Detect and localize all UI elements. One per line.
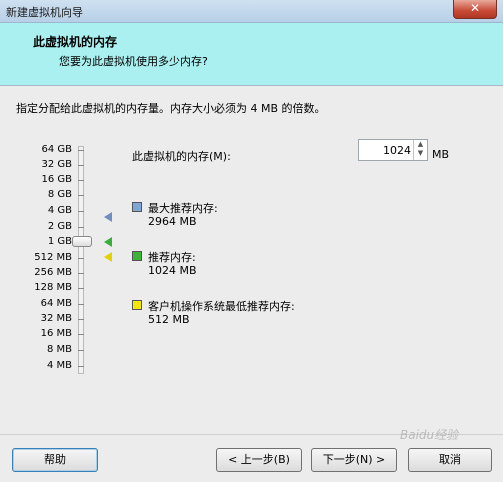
scale-label: 8 GB — [47, 189, 72, 200]
close-button[interactable]: ✕ — [453, 0, 497, 19]
slider-tick — [78, 227, 84, 228]
blue-swatch-icon — [132, 202, 142, 212]
slider-tick — [78, 288, 84, 289]
cancel-button[interactable]: 取消 — [408, 448, 492, 472]
scale-label: 16 MB — [40, 328, 72, 339]
window-title: 新建虚拟机向导 — [6, 6, 83, 19]
slider-tick — [78, 165, 84, 166]
slider-tick — [78, 319, 84, 320]
scale-label: 8 MB — [46, 344, 72, 355]
scale-label: 4 MB — [46, 360, 72, 371]
back-button[interactable]: < 上一步(B) — [216, 448, 302, 472]
wizard-window: 新建虚拟机向导 ✕ 此虚拟机的内存 您要为此虚拟机使用多少内存? 指定分配给此虚… — [0, 0, 503, 482]
scale-label: 512 MB — [34, 252, 72, 263]
legend-title: 最大推荐内存: — [148, 202, 218, 215]
scale-label: 4 GB — [47, 205, 72, 216]
legend-title: 客户机操作系统最低推荐内存: — [148, 300, 295, 313]
scale-label: 2 GB — [47, 221, 72, 232]
scale-label: 256 MB — [34, 267, 72, 278]
memory-input[interactable] — [359, 140, 413, 160]
slider-tick — [78, 195, 84, 196]
memory-slider-thumb[interactable] — [72, 236, 92, 247]
memory-spinbox[interactable]: ▲ ▼ — [358, 139, 428, 161]
memory-panel: 64 GB 32 GB 16 GB 8 GB 4 GB 2 GB 1 GB 51… — [12, 128, 490, 430]
scale-label: 64 MB — [40, 298, 72, 309]
legend-value: 512 MB — [148, 313, 190, 326]
spin-up-icon[interactable]: ▲ — [414, 140, 427, 149]
scale-label: 32 MB — [40, 313, 72, 324]
yellow-swatch-icon — [132, 300, 142, 310]
slider-tick — [78, 150, 84, 151]
slider-tick — [78, 258, 84, 259]
scale-label: 32 GB — [41, 159, 72, 170]
page-subtitle: 您要为此虚拟机使用多少内存? — [59, 55, 208, 68]
slider-tick — [78, 304, 84, 305]
min-recommended-marker-icon — [104, 252, 112, 262]
legend-value: 1024 MB — [148, 264, 197, 277]
wizard-header: 此虚拟机的内存 您要为此虚拟机使用多少内存? — [0, 23, 503, 86]
max-recommended-marker-icon — [104, 212, 112, 222]
scale-label: 1 GB — [47, 236, 72, 247]
legend-title: 推荐内存: — [148, 251, 196, 264]
legend-value: 2964 MB — [148, 215, 197, 228]
slider-tick — [78, 180, 84, 181]
slider-tick — [78, 273, 84, 274]
spin-down-icon[interactable]: ▼ — [414, 149, 427, 158]
scale-label: 16 GB — [41, 174, 72, 185]
scale-label: 64 GB — [41, 144, 72, 155]
memory-scale: 64 GB 32 GB 16 GB 8 GB 4 GB 2 GB 1 GB 51… — [12, 128, 72, 428]
slider-tick — [78, 350, 84, 351]
recommended-marker-icon — [104, 237, 112, 247]
slider-tick — [78, 334, 84, 335]
slider-tick — [78, 211, 84, 212]
instruction-text: 指定分配给此虚拟机的内存量。内存大小必须为 4 MB 的倍数。 — [16, 102, 326, 115]
help-button[interactable]: 帮助 — [12, 448, 98, 472]
slider-tick — [78, 366, 84, 367]
green-swatch-icon — [132, 251, 142, 261]
memory-unit: MB — [432, 148, 450, 161]
next-button[interactable]: 下一步(N) > — [311, 448, 397, 472]
memory-label: 此虚拟机的内存(M): — [132, 150, 231, 163]
page-title: 此虚拟机的内存 — [33, 35, 118, 49]
title-bar[interactable]: 新建虚拟机向导 ✕ — [0, 0, 503, 23]
scale-label: 128 MB — [34, 282, 72, 293]
baidu-watermark: Baidu经验 — [400, 428, 459, 442]
